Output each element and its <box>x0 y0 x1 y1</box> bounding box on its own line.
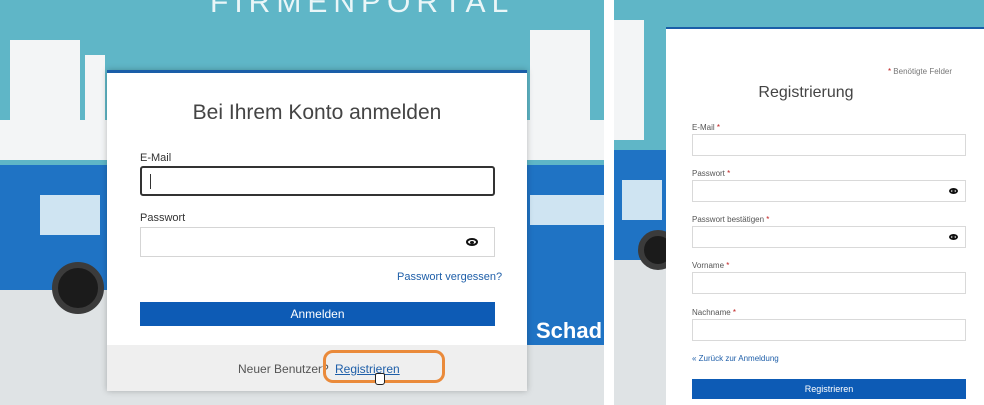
register-first-name-field[interactable] <box>692 272 966 294</box>
login-button[interactable]: Anmelden <box>140 302 495 326</box>
last-name-label: Nachname * <box>692 308 737 317</box>
login-title: Bei Ihrem Konto anmelden <box>192 101 442 124</box>
register-screen: * Benötigte Felder Registrierung E-Mail … <box>614 0 984 405</box>
forgot-password-link[interactable]: Passwort vergessen? <box>397 271 502 283</box>
login-footer: Neuer Benutzer? Registrieren <box>107 345 527 391</box>
email-label: E-Mail <box>140 152 172 164</box>
password-label: Passwort <box>140 212 186 224</box>
first-name-label: Vorname * <box>692 261 730 270</box>
text-caret <box>150 174 151 189</box>
password-field[interactable] <box>140 227 495 257</box>
bus-lettering: Schad <box>536 318 603 343</box>
register-confirm-password-field[interactable] <box>692 226 966 248</box>
new-user-text: Neuer Benutzer? <box>238 362 329 376</box>
login-screen: FIRMENPORTAL Schad Bei Ihrem Konto anmel… <box>0 0 604 405</box>
banner-text: FIRMENPORTAL <box>210 0 515 19</box>
registration-card: * Benötigte Felder Registrierung E-Mail … <box>666 27 984 405</box>
show-password-eye-icon[interactable] <box>458 228 486 256</box>
back-to-login-link[interactable]: « Zurück zur Anmeldung <box>692 354 779 363</box>
bus-wheel <box>52 262 104 314</box>
password-label: Passwort * <box>692 169 731 178</box>
register-last-name-field[interactable] <box>692 319 966 341</box>
background-building <box>614 20 644 140</box>
background-building <box>10 40 80 130</box>
register-button[interactable]: Registrieren <box>692 379 966 399</box>
email-field[interactable] <box>140 166 495 196</box>
hand-cursor-icon <box>375 373 385 385</box>
login-card: Bei Ihrem Konto anmelden E-Mail Passwort… <box>107 70 527 391</box>
show-password-eye-icon[interactable] <box>946 185 960 197</box>
required-fields-note: * Benötigte Felder <box>887 67 952 76</box>
register-password-field[interactable] <box>692 180 966 202</box>
show-password-eye-icon[interactable] <box>946 231 960 243</box>
confirm-password-label: Passwort bestätigen * <box>692 215 770 224</box>
email-label: E-Mail * <box>692 123 721 132</box>
register-email-field[interactable] <box>692 134 966 156</box>
registration-title: Registrierung <box>758 84 854 101</box>
